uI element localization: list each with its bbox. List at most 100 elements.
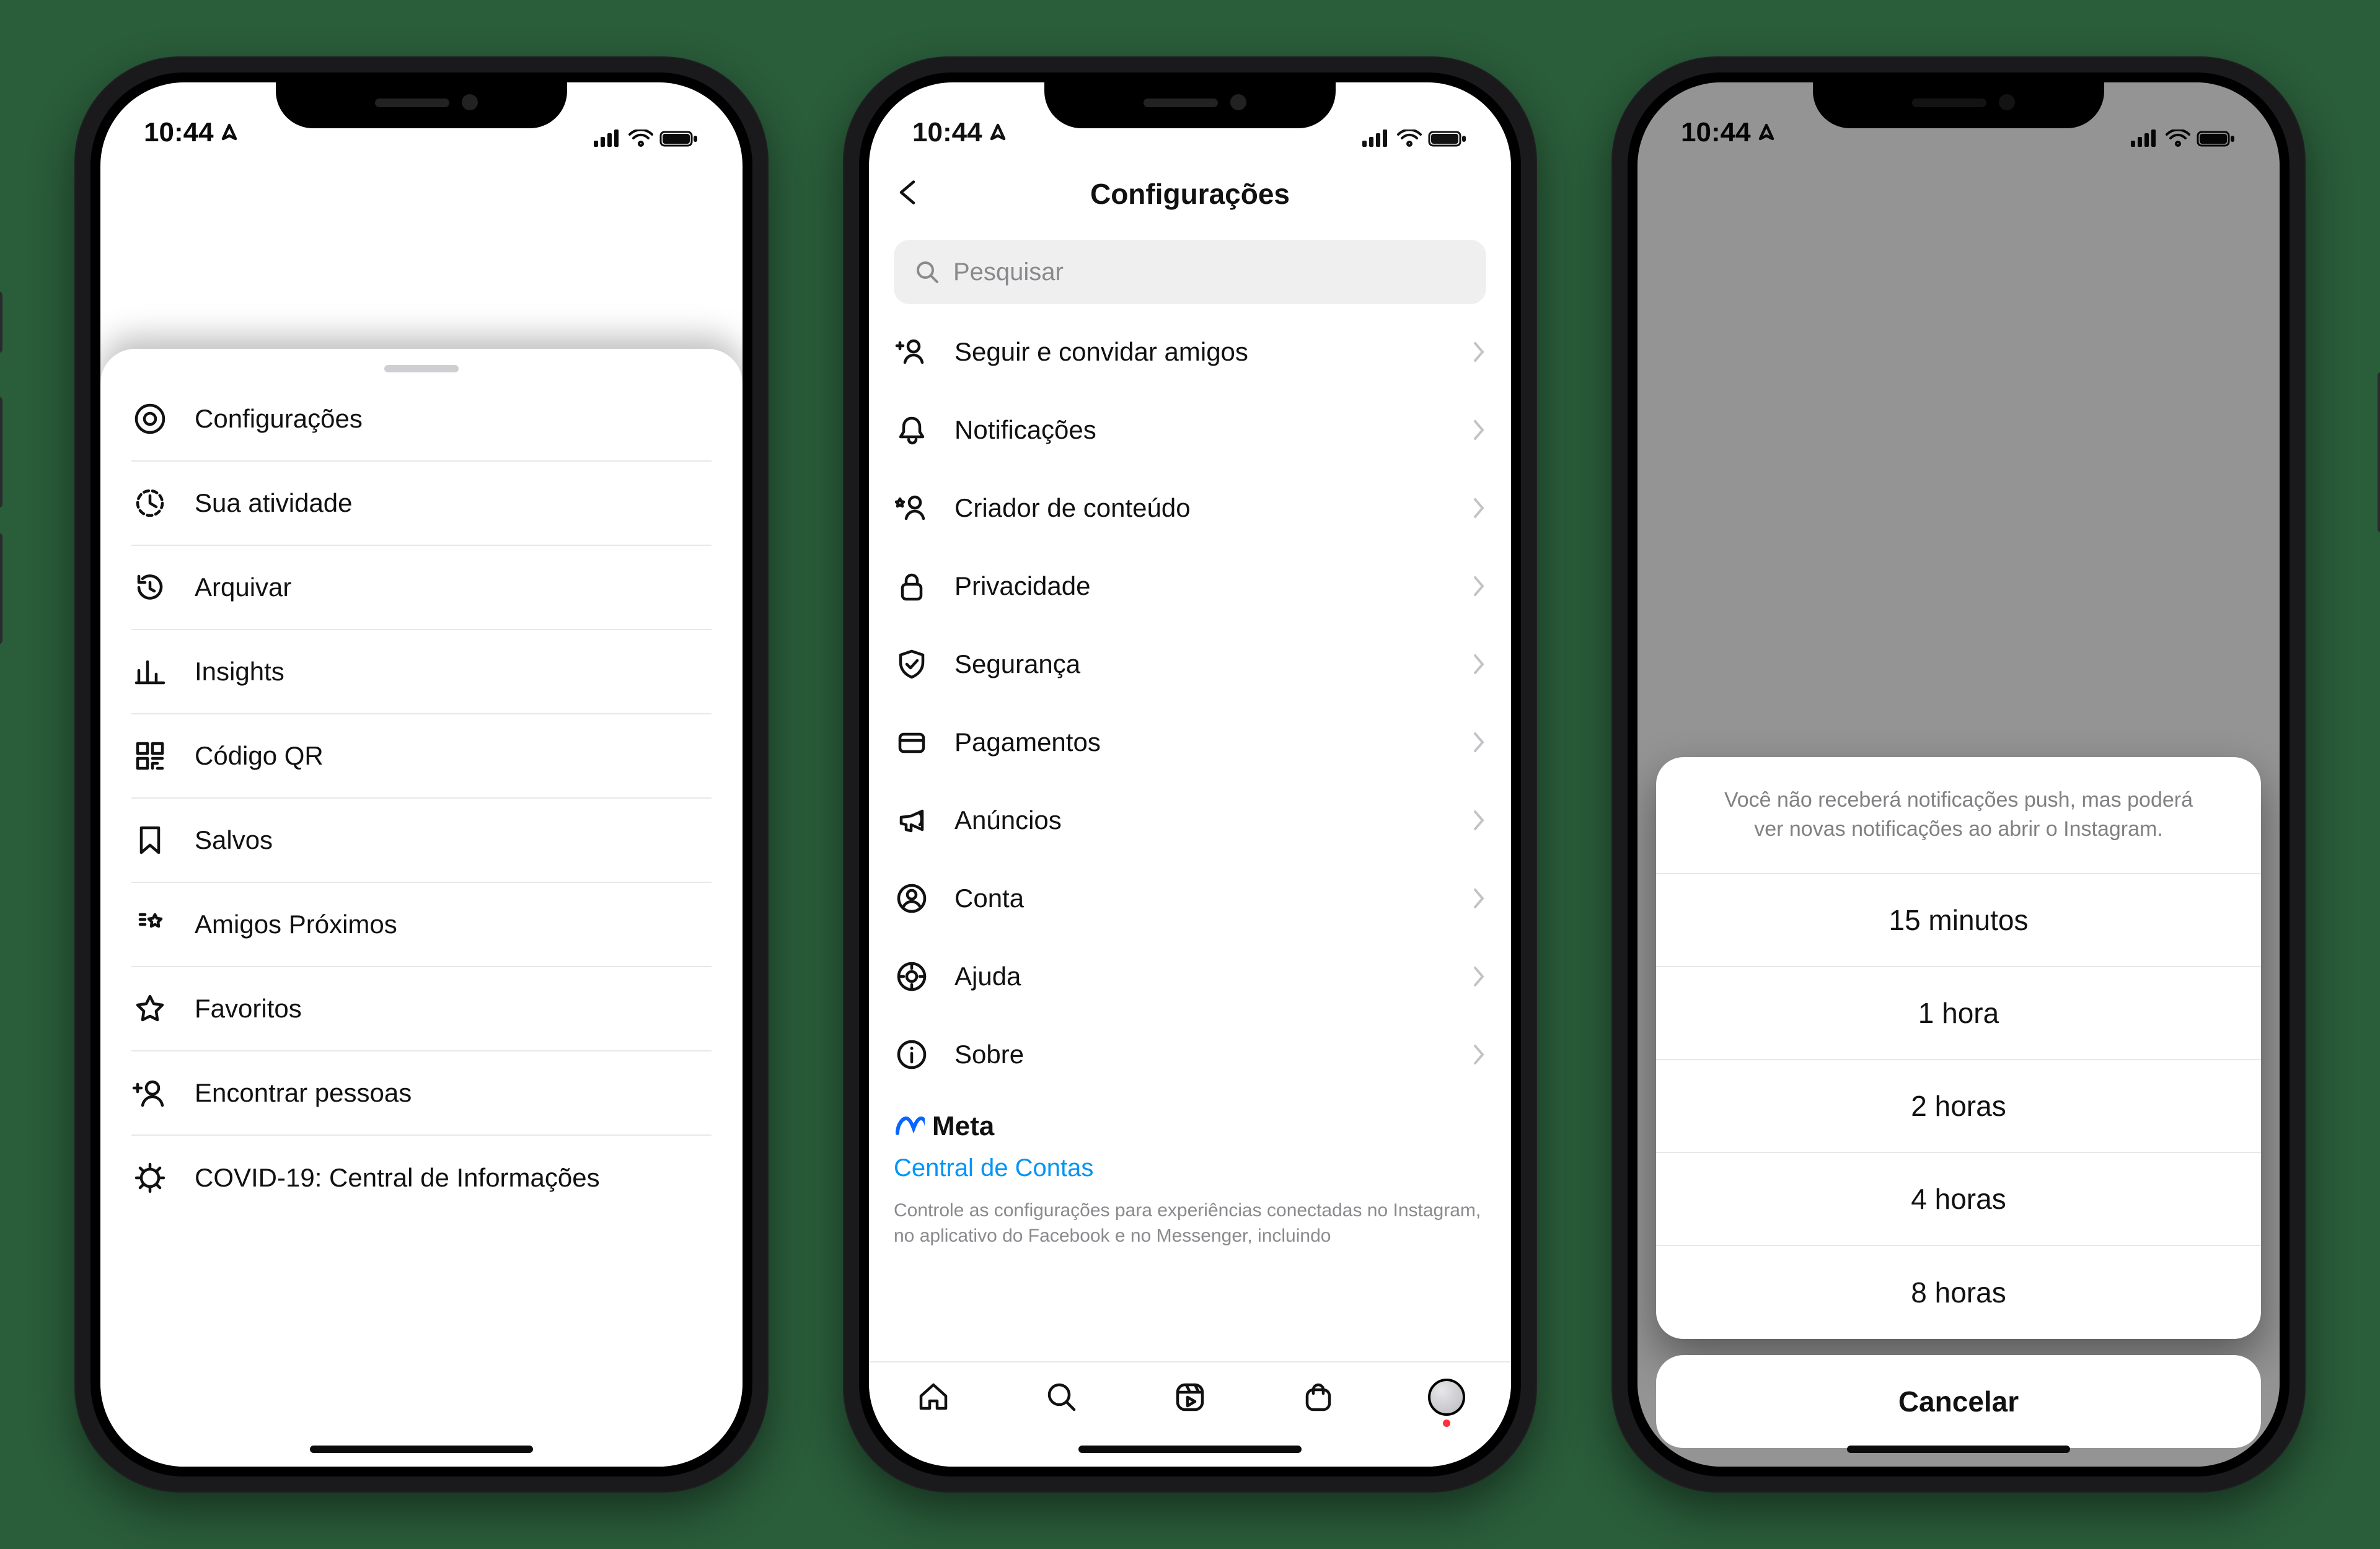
chevron-right-icon — [1471, 1043, 1486, 1066]
menu-saved[interactable]: Salvos — [131, 799, 712, 883]
option-2h[interactable]: 2 horas — [1656, 1060, 2261, 1153]
profile-notification-dot — [1443, 1420, 1450, 1427]
settings-about[interactable]: Sobre — [894, 1016, 1486, 1094]
meta-brand: Meta — [894, 1111, 1486, 1142]
accounts-center-desc: Controle as configurações para experiênc… — [894, 1198, 1486, 1248]
bookmark-icon — [131, 822, 169, 859]
tab-profile[interactable] — [1428, 1379, 1465, 1416]
page-title: Configurações — [1090, 177, 1290, 211]
menu-activity[interactable]: Sua atividade — [131, 462, 712, 546]
option-15min[interactable]: 15 minutos — [1656, 874, 2261, 967]
megaphone-icon — [894, 802, 930, 838]
cellular-icon — [593, 129, 622, 148]
tab-reels[interactable] — [1171, 1379, 1209, 1419]
settings-account[interactable]: Conta — [894, 859, 1486, 937]
creator-icon — [894, 490, 930, 526]
battery-icon — [659, 129, 699, 148]
home-indicator[interactable] — [310, 1446, 533, 1453]
menu-covid[interactable]: COVID-19: Central de Informações — [131, 1136, 712, 1220]
menu-item-label: Insights — [195, 657, 284, 687]
tab-shop[interactable] — [1300, 1379, 1337, 1419]
chevron-right-icon — [1471, 965, 1486, 988]
settings-item-label: Criador de conteúdo — [954, 493, 1447, 523]
sheet-grabber[interactable] — [384, 365, 459, 372]
sheet-message: Você não receberá notificações push, mas… — [1656, 757, 2261, 874]
cancel-button[interactable]: Cancelar — [1656, 1355, 2261, 1448]
bell-icon — [894, 412, 930, 448]
menu-favorites[interactable]: Favoritos — [131, 967, 712, 1051]
location-icon — [220, 123, 239, 142]
qr-icon — [131, 737, 169, 774]
help-icon — [894, 959, 930, 994]
menu-settings[interactable]: Configurações — [131, 377, 712, 462]
settings-follow-invite[interactable]: Seguir e convidar amigos — [894, 313, 1486, 391]
search-input[interactable]: Pesquisar — [894, 240, 1486, 304]
reels-icon — [1171, 1379, 1209, 1416]
menu-close-friends[interactable]: Amigos Próximos — [131, 883, 712, 967]
settings-item-label: Conta — [954, 884, 1447, 913]
search-icon — [915, 260, 940, 284]
covid-icon — [131, 1159, 169, 1196]
meta-logo-icon — [894, 1111, 925, 1142]
accounts-center-link[interactable]: Central de Contas — [894, 1154, 1486, 1182]
shield-icon — [894, 646, 930, 682]
settings-payments[interactable]: Pagamentos — [894, 703, 1486, 781]
settings-item-label: Pagamentos — [954, 727, 1447, 757]
settings-item-label: Ajuda — [954, 962, 1447, 991]
add-person-icon — [131, 1074, 169, 1112]
shop-icon — [1300, 1379, 1337, 1416]
tab-search[interactable] — [1043, 1379, 1080, 1419]
lock-icon — [894, 568, 930, 604]
settings-privacy[interactable]: Privacidade — [894, 547, 1486, 625]
chevron-right-icon — [1471, 809, 1486, 832]
phone-2: 10:44 Configurações Pe — [843, 56, 1537, 1493]
battery-icon — [1428, 129, 1468, 148]
home-indicator[interactable] — [1847, 1446, 2070, 1453]
menu-item-label: Configurações — [195, 404, 363, 434]
menu-item-label: Salvos — [195, 825, 273, 855]
card-icon — [894, 724, 930, 760]
chevron-right-icon — [1471, 575, 1486, 597]
settings-item-label: Anúncios — [954, 805, 1447, 835]
back-button[interactable] — [894, 178, 922, 210]
settings-item-label: Notificações — [954, 415, 1447, 445]
settings-item-label: Privacidade — [954, 571, 1447, 601]
option-1h[interactable]: 1 hora — [1656, 967, 2261, 1060]
option-8h[interactable]: 8 horas — [1656, 1246, 2261, 1339]
chevron-right-icon — [1471, 341, 1486, 363]
menu-item-label: Encontrar pessoas — [195, 1078, 412, 1108]
archive-icon — [131, 569, 169, 606]
status-time: 10:44 — [144, 117, 214, 148]
status-icons — [593, 129, 699, 148]
phone-3: 10:44 Notificações — [1611, 56, 2306, 1493]
settings-notifications[interactable]: Notificações — [894, 391, 1486, 469]
gear-icon — [131, 400, 169, 437]
close-friends-icon — [131, 906, 169, 943]
settings-creator[interactable]: Criador de conteúdo — [894, 469, 1486, 547]
menu-discover-people[interactable]: Encontrar pessoas — [131, 1051, 712, 1136]
search-icon — [1043, 1379, 1080, 1416]
phone-1: 10:44 opedrohen 9+ — [74, 56, 769, 1493]
menu-insights[interactable]: Insights — [131, 630, 712, 714]
chevron-left-icon — [894, 178, 922, 207]
menu-item-label: COVID-19: Central de Informações — [195, 1163, 600, 1193]
settings-item-label: Segurança — [954, 649, 1447, 679]
wifi-icon — [628, 129, 653, 148]
meta-brand-label: Meta — [932, 1111, 994, 1142]
settings-help[interactable]: Ajuda — [894, 937, 1486, 1016]
settings-item-label: Seguir e convidar amigos — [954, 337, 1447, 367]
menu-qr[interactable]: Código QR — [131, 714, 712, 799]
menu-item-label: Favoritos — [195, 994, 302, 1024]
chevron-right-icon — [1471, 887, 1486, 910]
settings-security[interactable]: Segurança — [894, 625, 1486, 703]
option-4h[interactable]: 4 horas — [1656, 1153, 2261, 1246]
pause-duration-sheet: Você não receberá notificações push, mas… — [1656, 757, 2261, 1448]
home-indicator[interactable] — [1078, 1446, 1302, 1453]
home-icon — [915, 1379, 952, 1416]
tab-home[interactable] — [915, 1379, 952, 1419]
menu-archive[interactable]: Arquivar — [131, 546, 712, 630]
status-time: 10:44 — [912, 117, 982, 148]
clock-activity-icon — [131, 485, 169, 522]
settings-ads[interactable]: Anúncios — [894, 781, 1486, 859]
cellular-icon — [1361, 129, 1391, 148]
